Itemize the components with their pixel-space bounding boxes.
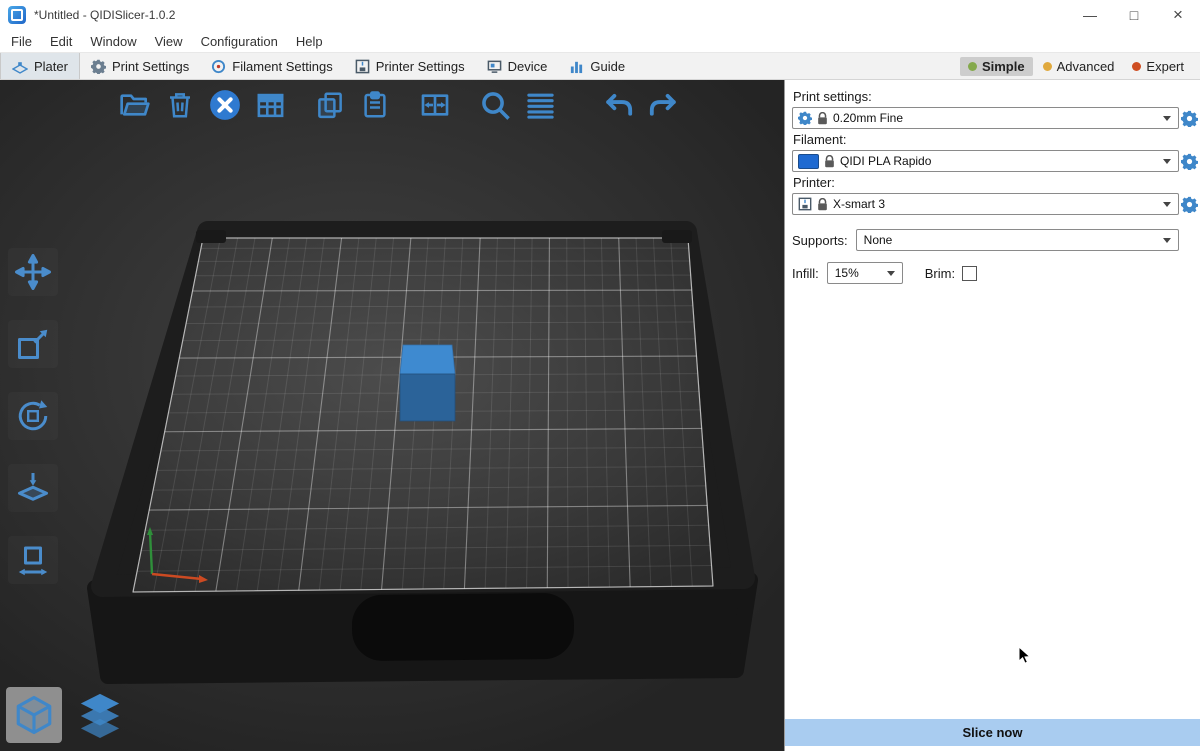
printer-icon bbox=[355, 59, 370, 74]
dropdown-arrow-icon bbox=[1163, 159, 1171, 164]
filament-gear-button[interactable] bbox=[1181, 153, 1198, 170]
printer-select[interactable]: X-smart 3 bbox=[792, 193, 1179, 215]
gear-small-icon bbox=[798, 111, 812, 125]
mode-simple[interactable]: Simple bbox=[960, 57, 1033, 76]
lock-icon bbox=[817, 198, 828, 211]
filament-value: QIDI PLA Rapido bbox=[840, 154, 1158, 168]
tab-device[interactable]: Device bbox=[476, 53, 559, 79]
view-toolbar bbox=[6, 687, 128, 743]
mouse-cursor-icon bbox=[1018, 646, 1032, 666]
guide-icon bbox=[569, 59, 584, 74]
printer-label: Printer: bbox=[793, 175, 1200, 190]
editor-view-button[interactable] bbox=[6, 687, 62, 743]
supports-label: Supports: bbox=[792, 233, 848, 248]
tab-printer-settings[interactable]: Printer Settings bbox=[344, 53, 476, 79]
menu-help[interactable]: Help bbox=[287, 32, 332, 51]
print-settings-value: 0.20mm Fine bbox=[833, 111, 1158, 125]
simple-dot-icon bbox=[968, 62, 977, 71]
open-button[interactable] bbox=[116, 86, 154, 124]
maximize-button[interactable]: □ bbox=[1112, 0, 1156, 30]
preview-view-button[interactable] bbox=[72, 687, 128, 743]
filament-icon bbox=[211, 59, 226, 74]
printer-value: X-smart 3 bbox=[833, 197, 1158, 211]
print-settings-select[interactable]: 0.20mm Fine bbox=[792, 107, 1179, 129]
dropdown-arrow-icon bbox=[1163, 202, 1171, 207]
slice-now-button[interactable]: Slice now bbox=[785, 719, 1200, 746]
undo-button[interactable] bbox=[599, 86, 637, 124]
3d-scene bbox=[0, 80, 784, 751]
mode-expert[interactable]: Expert bbox=[1124, 57, 1192, 76]
menu-edit[interactable]: Edit bbox=[41, 32, 81, 51]
scale-button[interactable] bbox=[8, 320, 58, 368]
lock-icon bbox=[817, 112, 828, 125]
close-button[interactable]: × bbox=[1156, 0, 1200, 30]
paste-button[interactable] bbox=[356, 86, 394, 124]
minimize-button[interactable]: — bbox=[1068, 0, 1112, 30]
printer-small-icon bbox=[798, 197, 812, 211]
layer-height-button[interactable] bbox=[521, 86, 559, 124]
tab-print-settings[interactable]: Print Settings bbox=[80, 53, 200, 79]
infill-value: 15% bbox=[833, 266, 882, 280]
tab-guide[interactable]: Guide bbox=[558, 53, 636, 79]
menu-bar: File Edit Window View Configuration Help bbox=[0, 30, 1200, 52]
place-on-face-button[interactable] bbox=[8, 464, 58, 512]
copy-button[interactable] bbox=[311, 86, 349, 124]
mode-advanced[interactable]: Advanced bbox=[1035, 57, 1123, 76]
app-logo-icon bbox=[8, 6, 26, 24]
mode-selector: Simple Advanced Expert bbox=[960, 53, 1200, 79]
gear-icon bbox=[91, 59, 106, 74]
model-cube[interactable] bbox=[400, 345, 455, 421]
print-settings-label: Print settings: bbox=[793, 89, 1200, 104]
3d-viewport[interactable] bbox=[0, 80, 785, 751]
redo-button[interactable] bbox=[644, 86, 682, 124]
search-button[interactable] bbox=[476, 86, 514, 124]
dropdown-arrow-icon bbox=[1163, 238, 1171, 243]
filament-label: Filament: bbox=[793, 132, 1200, 147]
supports-select[interactable]: None bbox=[856, 229, 1179, 251]
menu-configuration[interactable]: Configuration bbox=[192, 32, 287, 51]
bed-clip-right bbox=[662, 230, 692, 243]
menu-view[interactable]: View bbox=[146, 32, 192, 51]
filament-select[interactable]: QIDI PLA Rapido bbox=[792, 150, 1179, 172]
device-icon bbox=[487, 59, 502, 74]
infill-select[interactable]: 15% bbox=[827, 262, 903, 284]
move-button[interactable] bbox=[8, 248, 58, 296]
delete-all-button[interactable] bbox=[206, 86, 244, 124]
window-title: *Untitled - QIDISlicer-1.0.2 bbox=[34, 8, 175, 22]
brim-checkbox[interactable] bbox=[962, 266, 977, 281]
bed-clip-left bbox=[196, 230, 226, 243]
expert-dot-icon bbox=[1132, 62, 1141, 71]
dropdown-arrow-icon bbox=[887, 271, 895, 276]
mirror-button[interactable] bbox=[8, 536, 58, 584]
tab-filament-settings[interactable]: Filament Settings bbox=[200, 53, 343, 79]
settings-sidebar: Print settings: 0.20mm Fine Filament: QI… bbox=[785, 80, 1200, 751]
lock-icon bbox=[824, 155, 835, 168]
plater-icon bbox=[12, 58, 28, 74]
menu-window[interactable]: Window bbox=[81, 32, 145, 51]
printer-gear-button[interactable] bbox=[1181, 196, 1198, 213]
print-settings-gear-button[interactable] bbox=[1181, 110, 1198, 127]
bed-handle bbox=[352, 593, 575, 661]
title-bar: *Untitled - QIDISlicer-1.0.2 — □ × bbox=[0, 0, 1200, 30]
infill-label: Infill: bbox=[792, 266, 819, 281]
gizmo-toolbar bbox=[8, 248, 58, 584]
arrange-button[interactable] bbox=[251, 86, 289, 124]
split-button[interactable] bbox=[416, 86, 454, 124]
dropdown-arrow-icon bbox=[1163, 116, 1171, 121]
supports-value: None bbox=[862, 233, 1158, 247]
filament-color-swatch bbox=[798, 154, 819, 169]
brim-label: Brim: bbox=[925, 266, 955, 281]
rotate-button[interactable] bbox=[8, 392, 58, 440]
plater-toolbar bbox=[116, 86, 682, 124]
tab-bar: Plater Print Settings Filament Settings … bbox=[0, 52, 1200, 80]
tab-plater[interactable]: Plater bbox=[0, 53, 80, 79]
advanced-dot-icon bbox=[1043, 62, 1052, 71]
menu-file[interactable]: File bbox=[2, 32, 41, 51]
delete-button[interactable] bbox=[161, 86, 199, 124]
